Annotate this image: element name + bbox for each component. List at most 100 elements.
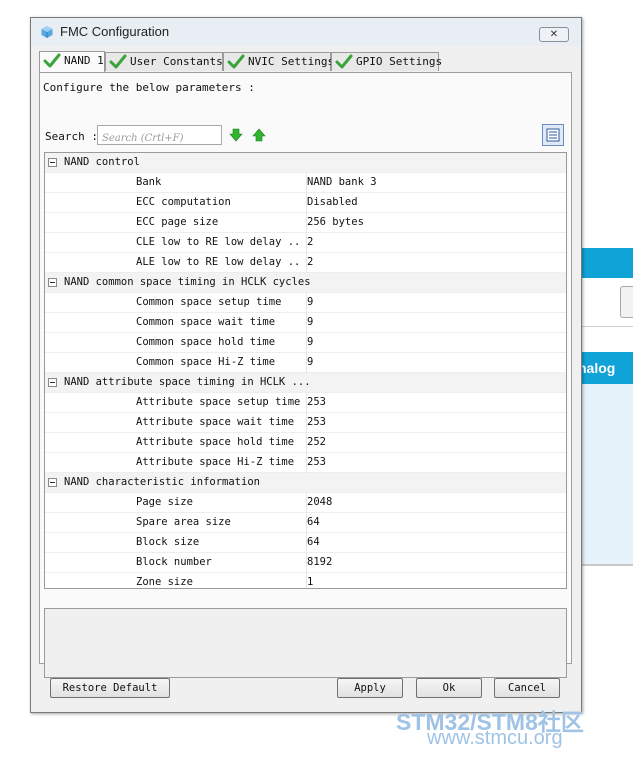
description-panel (44, 608, 567, 678)
fmc-configuration-dialog: FMC Configuration ✕ NAND 1 User Constant… (30, 17, 582, 713)
param-name: Spare area size (136, 516, 231, 528)
param-name: ECC computation (136, 196, 231, 208)
check-icon (227, 54, 245, 69)
param-row[interactable]: Common space hold time 9 (45, 333, 566, 353)
tab-label: NVIC Settings (248, 55, 335, 68)
window-title: FMC Configuration (60, 24, 170, 39)
search-input[interactable] (98, 129, 224, 148)
tab-label: GPIO Settings (356, 55, 443, 68)
search-label: Search : (45, 130, 98, 143)
app-cube-icon (41, 26, 53, 38)
param-row[interactable]: Common space Hi-Z time 9 (45, 353, 566, 373)
tab-label: NAND 1 (64, 54, 104, 67)
param-name: Common space hold time (136, 336, 276, 348)
param-name: ALE low to RE low delay ... (136, 256, 302, 268)
param-name: Attribute space setup time (136, 396, 301, 408)
arrow-down-icon[interactable] (229, 128, 243, 142)
param-row[interactable]: Zone size 1 (45, 573, 566, 588)
collapse-icon[interactable] (48, 478, 57, 487)
group-title: NAND control (64, 156, 140, 168)
cancel-button[interactable]: Cancel (494, 678, 560, 698)
param-row[interactable]: Spare area size 64 (45, 513, 566, 533)
close-button[interactable]: ✕ (539, 27, 569, 42)
group-title: NAND attribute space timing in HCLK ... (64, 376, 311, 388)
watermark-url: www.stmcu.org (427, 727, 563, 749)
tab-nand1[interactable]: NAND 1 (39, 51, 105, 72)
param-name: Block size (136, 536, 200, 548)
param-value[interactable]: 9 (306, 313, 313, 333)
param-row[interactable]: Attribute space hold time 252 (45, 433, 566, 453)
param-row[interactable]: Bank NAND bank 3 (45, 173, 566, 193)
arrow-up-icon[interactable] (252, 128, 266, 142)
param-name: Common space wait time (136, 316, 276, 328)
param-row[interactable]: Page size 2048 (45, 493, 566, 513)
param-row[interactable]: CLE low to RE low delay ... 2 (45, 233, 566, 253)
tab-user-constants[interactable]: User Constants (105, 52, 223, 71)
param-name: Zone size (136, 576, 193, 588)
param-row[interactable]: Block size 64 (45, 533, 566, 553)
background-app-button[interactable] (620, 286, 633, 318)
param-name: Common space setup time (136, 296, 282, 308)
param-name: Attribute space wait time (136, 416, 295, 428)
param-value[interactable]: 64 (306, 533, 320, 553)
param-row[interactable]: Attribute space wait time 253 (45, 413, 566, 433)
param-value[interactable]: 253 (306, 453, 326, 473)
tab-label: User Constants (130, 55, 223, 68)
configure-label: Configure the below parameters : (43, 81, 255, 94)
param-value[interactable]: 8192 (306, 553, 332, 573)
group-row-characteristic-information[interactable]: NAND characteristic information (45, 473, 566, 493)
param-value[interactable]: 256 bytes (306, 213, 364, 233)
title-bar[interactable]: FMC Configuration ✕ (31, 18, 581, 46)
param-name: Attribute space Hi-Z time (136, 456, 295, 468)
param-value[interactable]: 1 (306, 573, 313, 588)
param-row[interactable]: Attribute space setup time 253 (45, 393, 566, 413)
param-row[interactable]: ECC computation Disabled (45, 193, 566, 213)
search-field[interactable] (97, 125, 224, 148)
group-row-common-space-timing[interactable]: NAND common space timing in HCLK cycles (45, 273, 566, 293)
param-value[interactable]: 9 (306, 353, 313, 373)
group-row-attribute-space-timing[interactable]: NAND attribute space timing in HCLK ... (45, 373, 566, 393)
check-icon (109, 54, 127, 69)
param-row[interactable]: Attribute space Hi-Z time 253 (45, 453, 566, 473)
collapse-icon[interactable] (48, 158, 57, 167)
list-view-toggle-button[interactable] (542, 124, 564, 146)
param-row[interactable]: ALE low to RE low delay ... 2 (45, 253, 566, 273)
list-view-icon (546, 128, 560, 142)
param-value[interactable]: 9 (306, 293, 313, 313)
check-icon (43, 53, 61, 68)
param-row[interactable]: Common space setup time 9 (45, 293, 566, 313)
tab-nvic-settings[interactable]: NVIC Settings (223, 52, 335, 71)
param-value[interactable]: 2 (306, 233, 313, 253)
group-row-nand-control[interactable]: NAND control (45, 153, 566, 173)
param-name: ECC page size (136, 216, 219, 228)
param-name: Common space Hi-Z time (136, 356, 276, 368)
param-row[interactable]: Block number 8192 (45, 553, 566, 573)
param-name: Attribute space hold time (136, 436, 295, 448)
param-row[interactable]: ECC page size 256 bytes (45, 213, 566, 233)
param-value[interactable]: 9 (306, 333, 313, 353)
collapse-icon[interactable] (48, 278, 57, 287)
background-app-analog-label: nalog (578, 360, 616, 376)
param-value[interactable]: 252 (306, 433, 326, 453)
param-name: Block number (136, 556, 212, 568)
param-value[interactable]: 253 (306, 413, 326, 433)
param-name: Page size (136, 496, 193, 508)
parameter-tree: NAND control Bank NAND bank 3 ECC computa… (44, 152, 567, 589)
tab-gpio-settings[interactable]: GPIO Settings (331, 52, 443, 71)
param-name: CLE low to RE low delay ... (136, 236, 302, 248)
param-value[interactable]: 253 (306, 393, 326, 413)
group-title: NAND characteristic information (64, 476, 260, 488)
param-value[interactable]: 64 (306, 513, 320, 533)
group-title: NAND common space timing in HCLK cycles (64, 276, 311, 288)
check-icon (335, 54, 353, 69)
param-value[interactable]: NAND bank 3 (306, 173, 377, 193)
tab-content-panel: Configure the below parameters : Search … (39, 72, 572, 678)
param-row[interactable]: Common space wait time 9 (45, 313, 566, 333)
param-value[interactable]: 2 (306, 253, 313, 273)
param-value[interactable]: 2048 (306, 493, 332, 513)
restore-default-button[interactable]: Restore Default (50, 678, 170, 698)
ok-button[interactable]: Ok (416, 678, 482, 698)
collapse-icon[interactable] (48, 378, 57, 387)
param-value[interactable]: Disabled (306, 193, 358, 213)
apply-button[interactable]: Apply (337, 678, 403, 698)
